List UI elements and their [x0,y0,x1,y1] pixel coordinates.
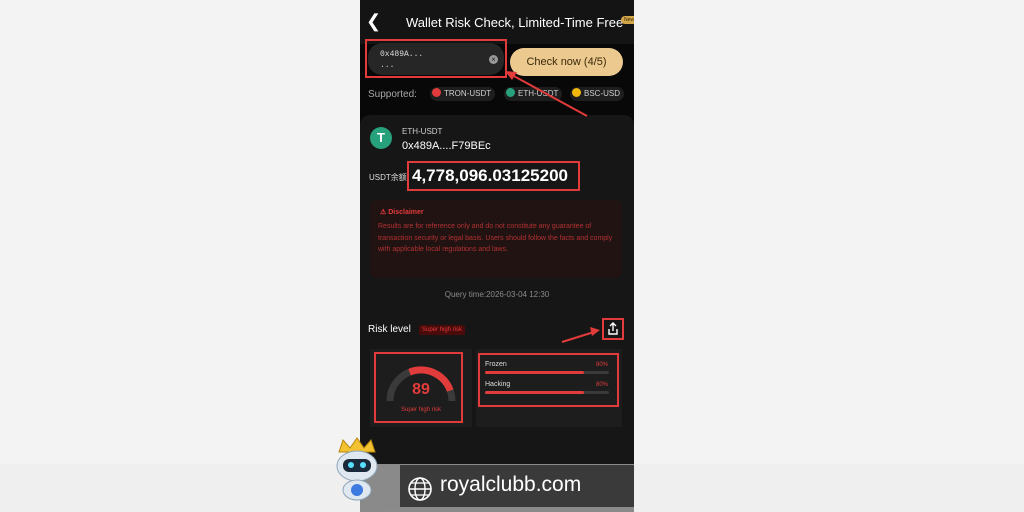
factor-hacking-pct: 80% [596,382,609,388]
supported-label: Supported: [368,89,417,100]
eth-icon [506,88,515,97]
disclaimer-box: ⚠ Disclaimer Results are for reference o… [370,200,622,278]
phone-screen: ❮ Wallet Risk Check, Limited-Time Free N… [360,0,634,512]
factor-hacking-track [485,391,609,394]
risk-score: 89 [412,381,430,398]
balance-value: 4,778,096.03125200 [412,166,568,185]
globe-icon [408,477,432,501]
chip-eth-usdt[interactable]: ETH-USDT [504,87,563,101]
disclaimer-body: Results are for reference only and do no… [378,223,613,253]
query-time: Query time:2026-03-04 12:30 [444,290,550,299]
share-icon [608,322,618,335]
factor-frozen-fill [485,371,585,374]
highlight-frame-address [365,39,507,78]
factor-hacking-fill [485,391,585,394]
disclaimer-title: ⚠ Disclaimer [380,209,424,216]
page-title: Wallet Risk Check, Limited-Time Free [406,15,624,30]
robot-mascot-icon [336,437,378,501]
tron-icon [432,88,441,97]
chip-tron-usdt[interactable]: TRON-USDT [430,87,496,101]
top-bar: ❮ Wallet Risk Check, Limited-Time Free N… [360,0,634,44]
chip-label: ETH-USDT [518,89,559,98]
share-button[interactable] [602,318,624,340]
token-name: ETH-USDT [402,127,443,136]
token-address: 0x489A....F79BEc [402,140,491,152]
factor-hacking-label: Hacking [485,381,511,388]
chip-label: BSC-USD [584,89,621,98]
risk-score-label: Super high risk [400,407,442,413]
watermark-text: royalclubb.com [440,473,582,496]
factor-frozen-label: Frozen [485,361,507,368]
tether-icon: T [370,127,392,149]
bsc-icon [572,88,581,97]
risk-tag: Super high risk [419,325,466,335]
factor-frozen-track [485,371,609,374]
risk-level-title: Risk level [368,324,411,335]
new-badge: New [621,16,634,24]
disclaimer-title-text: Disclaimer [388,209,424,216]
check-now-button[interactable]: Check now (4/5) [510,48,623,76]
back-icon[interactable]: ❮ [366,11,381,31]
chip-label: TRON-USDT [444,89,492,98]
chip-bsc-usd[interactable]: BSC-USD [570,87,625,101]
balance-label: USDT余额 [369,173,407,182]
factor-frozen-pct: 80% [596,362,609,368]
